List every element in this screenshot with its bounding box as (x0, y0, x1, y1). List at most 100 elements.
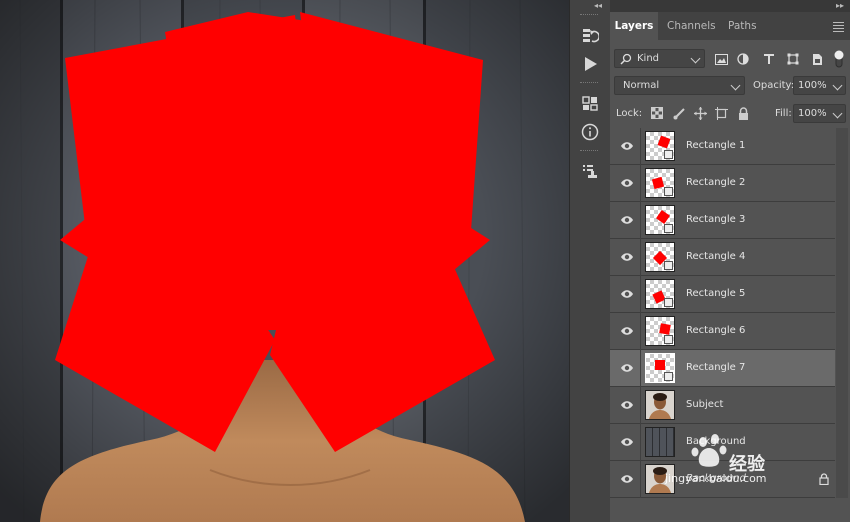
collapse-arrows-icon[interactable]: ▸▸ (836, 0, 844, 12)
opacity-field[interactable]: 100% (793, 76, 846, 95)
layer-row[interactable]: Rectangle 1 (610, 128, 835, 165)
visibility-eye-icon[interactable] (620, 436, 634, 448)
panel-dock-toolbar: ◂◂ (569, 0, 611, 522)
layer-row[interactable]: Rectangle 3 (610, 202, 835, 239)
layers-scrollbar[interactable] (836, 128, 848, 498)
layer-divider (640, 424, 641, 461)
chevron-down-icon (832, 80, 843, 91)
layer-thumbnail[interactable] (645, 427, 675, 457)
dock-grip[interactable] (580, 14, 598, 18)
shape-preview (651, 176, 665, 190)
layer-row[interactable]: Rectangle 5 (610, 276, 835, 313)
lock-transparent-pixels-icon[interactable] (650, 106, 664, 120)
lock-artboard-icon[interactable] (714, 106, 728, 120)
collapse-arrows-icon[interactable]: ◂◂ (594, 1, 602, 10)
tab-layers[interactable]: Layers (610, 12, 658, 40)
layer-row[interactable]: Rectangle 4 (610, 239, 835, 276)
tab-channels[interactable]: Channels (667, 12, 716, 40)
layer-name[interactable]: Rectangle 5 (686, 288, 745, 299)
chevron-down-icon (730, 80, 741, 91)
chevron-down-icon (690, 53, 701, 64)
pixel-filter-icon[interactable] (714, 52, 728, 66)
visibility-eye-icon[interactable] (620, 473, 634, 485)
layer-divider (640, 313, 641, 350)
blend-mode-value: Normal (623, 80, 660, 91)
shape-layer-badge-icon (664, 224, 673, 233)
visibility-eye-icon[interactable] (620, 140, 634, 152)
layer-divider (640, 350, 641, 387)
adjustment-filter-icon[interactable] (736, 52, 750, 66)
visibility-eye-icon[interactable] (620, 362, 634, 374)
tab-paths[interactable]: Paths (728, 12, 757, 40)
layer-name[interactable]: Rectangle 6 (686, 325, 745, 336)
actions-play-icon[interactable] (578, 53, 602, 75)
layer-row[interactable]: Background (610, 461, 835, 498)
layer-divider (640, 202, 641, 239)
visibility-eye-icon[interactable] (620, 288, 634, 300)
shape-layer-badge-icon (664, 261, 673, 270)
panel-menu-icon[interactable] (833, 20, 844, 34)
canvas-artwork (0, 0, 569, 522)
layer-thumbnail[interactable] (645, 316, 675, 346)
smart-object-filter-icon[interactable] (810, 52, 824, 66)
panel-bottom-bar (610, 498, 850, 522)
layer-thumbnail[interactable] (645, 464, 675, 494)
filter-kind-select[interactable]: Kind (614, 49, 705, 68)
layer-divider (640, 461, 641, 498)
lock-label: Lock: (616, 108, 643, 119)
shape-layer-badge-icon (664, 150, 673, 159)
layer-row[interactable]: Background (610, 424, 835, 461)
lock-position-icon[interactable] (693, 106, 707, 120)
filter-kind-label: Kind (637, 53, 660, 64)
layer-name[interactable]: Background (686, 473, 746, 484)
layer-row[interactable]: Rectangle 7 (610, 350, 835, 387)
shape-preview (657, 135, 671, 149)
blend-mode-select[interactable]: Normal (614, 76, 745, 95)
layers-panel: ▸▸ Layers Channels Paths Kind Normal Opa… (610, 0, 850, 522)
opacity-label: Opacity: (753, 80, 795, 91)
lock-image-pixels-icon[interactable] (672, 106, 686, 120)
layer-name[interactable]: Background (686, 436, 746, 447)
layer-divider (640, 165, 641, 202)
layer-thumbnail[interactable] (645, 205, 675, 235)
dock-grip[interactable] (580, 82, 598, 86)
document-canvas[interactable] (0, 0, 569, 522)
layer-thumbnail[interactable] (645, 279, 675, 309)
layer-thumbnail[interactable] (645, 131, 675, 161)
layer-name[interactable]: Subject (686, 399, 723, 410)
layer-divider (640, 239, 641, 276)
info-icon[interactable] (578, 121, 602, 143)
layer-name[interactable]: Rectangle 4 (686, 251, 745, 262)
layer-name[interactable]: Rectangle 2 (686, 177, 745, 188)
layer-divider (640, 276, 641, 313)
type-filter-icon[interactable] (762, 52, 776, 66)
layer-thumbnail[interactable] (645, 168, 675, 198)
shape-preview (656, 210, 670, 224)
layer-name[interactable]: Rectangle 3 (686, 214, 745, 225)
filter-toggle-switch[interactable] (832, 49, 846, 69)
layer-row[interactable]: Rectangle 2 (610, 165, 835, 202)
layer-thumbnail[interactable] (645, 390, 675, 420)
layer-thumbnail[interactable] (645, 353, 675, 383)
layer-divider (640, 128, 641, 165)
shape-filter-icon[interactable] (786, 52, 800, 66)
visibility-eye-icon[interactable] (620, 177, 634, 189)
properties-icon[interactable] (578, 160, 602, 182)
panel-tabs: Layers Channels Paths (610, 12, 850, 40)
layer-row[interactable]: Rectangle 6 (610, 313, 835, 350)
history-icon[interactable] (578, 25, 602, 47)
visibility-eye-icon[interactable] (620, 325, 634, 337)
dock-grip[interactable] (580, 150, 598, 154)
layer-name[interactable]: Rectangle 1 (686, 140, 745, 151)
opacity-value: 100% (798, 80, 827, 91)
search-icon (620, 53, 632, 65)
layer-thumbnail[interactable] (645, 242, 675, 272)
visibility-eye-icon[interactable] (620, 399, 634, 411)
visibility-eye-icon[interactable] (620, 214, 634, 226)
visibility-eye-icon[interactable] (620, 251, 634, 263)
fill-field[interactable]: 100% (793, 104, 846, 123)
layer-name[interactable]: Rectangle 7 (686, 362, 745, 373)
lock-all-icon[interactable] (736, 106, 750, 120)
layer-row[interactable]: Subject (610, 387, 835, 424)
libraries-icon[interactable] (578, 92, 602, 114)
